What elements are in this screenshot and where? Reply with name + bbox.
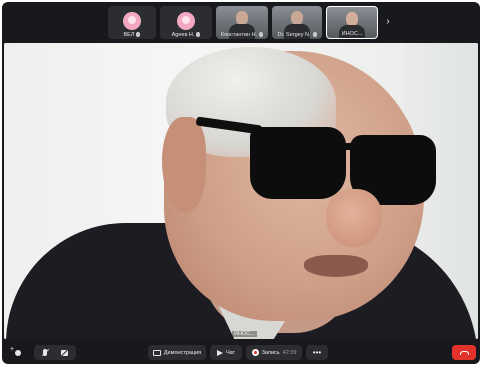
chat-button[interactable]: Чат xyxy=(210,345,242,360)
speaker-nose xyxy=(326,189,382,247)
participant-video xyxy=(291,11,303,25)
participant-tile[interactable]: Константин Н. xyxy=(216,6,268,39)
screen-share-icon xyxy=(152,349,161,356)
more-button[interactable]: ••• xyxy=(306,345,328,360)
user-avatar-icon xyxy=(123,12,141,30)
participant-tile[interactable]: Dr. Sergey N. xyxy=(272,6,322,39)
participant-name-row: Dr. Sergey N. xyxy=(272,32,322,38)
record-timer: 42:39 xyxy=(282,349,297,356)
participant-name-row: Константин Н. xyxy=(216,32,268,38)
record-button[interactable]: Запись 42:39 xyxy=(246,345,302,360)
participant-name: Dr. Sergey N. xyxy=(277,32,311,38)
more-dots-icon: ••• xyxy=(312,348,322,357)
participant-video xyxy=(346,12,358,26)
record-label: Запись xyxy=(261,349,280,356)
screen-share-label: Демонстрация xyxy=(163,349,202,356)
speaker-name-label: ИНОС... xyxy=(232,331,257,337)
mic-off-icon[interactable] xyxy=(42,349,47,356)
participant-name: Константин Н. xyxy=(220,32,258,38)
participant-strip: ВЕЛ Agеев Н. Константин Н. Dr. Sergey N.… xyxy=(2,2,480,43)
camera-off-icon[interactable] xyxy=(60,349,68,356)
hangup-button[interactable] xyxy=(452,345,476,360)
mic-muted-icon xyxy=(196,32,201,38)
participant-video xyxy=(236,11,248,25)
phone-hangup-icon xyxy=(459,350,469,355)
add-person-icon xyxy=(10,346,21,356)
participant-tile-active[interactable]: ИНОС... xyxy=(326,6,378,39)
participant-name: ИНОС... xyxy=(341,31,363,37)
mic-muted-icon xyxy=(312,32,317,38)
video-call-window: ВЕЛ Agеев Н. Константин Н. Dr. Sergey N.… xyxy=(2,2,480,364)
participant-tile[interactable]: Agеев Н. xyxy=(160,6,212,39)
mic-muted-icon xyxy=(136,32,141,38)
participant-name: ВЕЛ xyxy=(123,32,135,38)
call-toolbar: Демонстрация Чат Запись 42:39 ••• xyxy=(2,341,480,364)
chat-icon xyxy=(216,349,223,356)
invite-button[interactable] xyxy=(8,345,28,360)
main-speaker-video: ИНОС... xyxy=(4,43,478,339)
participant-name-row: ИНОС... xyxy=(327,31,377,37)
screen-share-button[interactable]: Демонстрация xyxy=(148,345,206,360)
chevron-right-icon[interactable]: › xyxy=(381,14,395,30)
participant-name: Agеев Н. xyxy=(171,32,195,38)
speaker-mouth xyxy=(304,255,368,277)
participant-tile[interactable]: ВЕЛ xyxy=(108,6,156,39)
user-avatar-icon xyxy=(177,12,195,30)
mic-muted-icon xyxy=(259,32,264,38)
media-controls xyxy=(34,345,76,360)
chat-label: Чат xyxy=(225,349,236,356)
participant-name-row: Agеев Н. xyxy=(160,32,212,38)
speaker-ear xyxy=(162,117,206,213)
record-icon xyxy=(251,349,259,356)
sunglasses-lens xyxy=(250,127,346,199)
participant-name-row: ВЕЛ xyxy=(108,32,156,38)
